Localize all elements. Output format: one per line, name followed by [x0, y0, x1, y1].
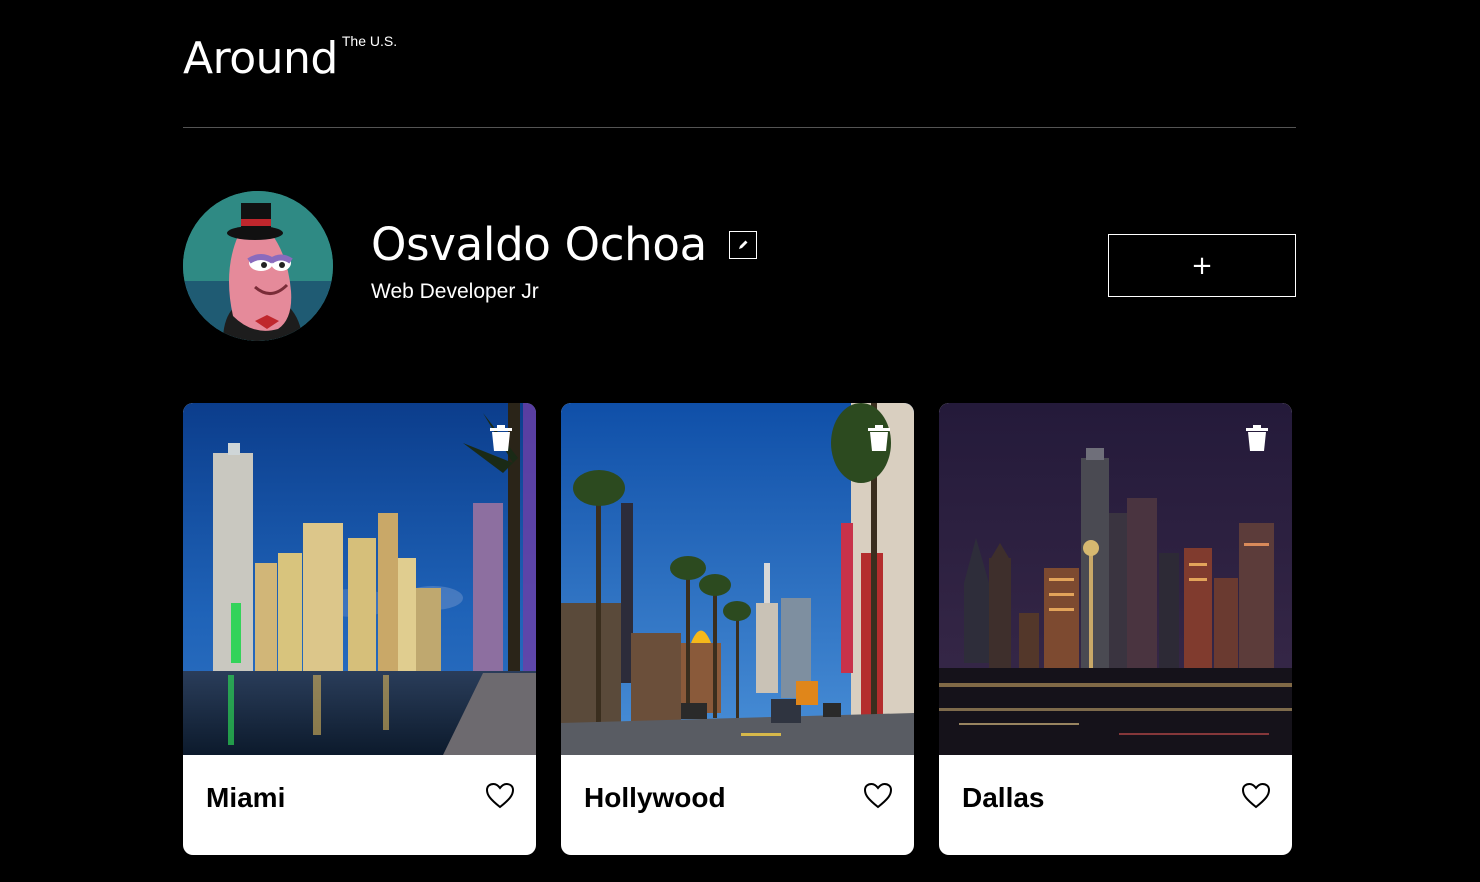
heart-icon[interactable] [1242, 783, 1270, 809]
dallas-image [939, 403, 1292, 755]
trash-icon[interactable] [867, 425, 891, 451]
logo: Around The U.S. [183, 33, 397, 85]
name-row: Osvaldo Ochoa [371, 217, 757, 273]
profile-job: Web Developer Jr [371, 280, 539, 303]
card-image[interactable] [183, 403, 536, 755]
logo-main-text: Around [183, 33, 338, 84]
card-image[interactable] [561, 403, 914, 755]
hollywood-image [561, 403, 914, 755]
miami-image [183, 403, 536, 755]
profile-info: Osvaldo Ochoa Web Developer Jr [371, 217, 757, 304]
trash-icon[interactable] [489, 425, 513, 451]
profile-name: Osvaldo Ochoa [371, 218, 707, 271]
avatar-image [183, 191, 333, 341]
heart-icon[interactable] [864, 783, 892, 809]
card-footer: Dallas [939, 755, 1292, 855]
card-title: Hollywood [584, 782, 726, 813]
card-footer: Miami [183, 755, 536, 855]
avatar[interactable] [183, 191, 333, 341]
card-title: Dallas [962, 782, 1045, 813]
card-dallas: Dallas [939, 403, 1292, 855]
pencil-icon [738, 240, 748, 249]
trash-icon[interactable] [1245, 425, 1269, 451]
logo-sup-text: The U.S. [341, 33, 398, 49]
edit-profile-button[interactable] [728, 231, 757, 259]
card-hollywood: Hollywood [561, 403, 914, 855]
profile-section: Osvaldo Ochoa Web Developer Jr + [183, 191, 1296, 341]
page: Around The U.S. Osvaldo Ochoa Web Develo… [0, 0, 1480, 882]
header: Around The U.S. [183, 0, 1296, 128]
add-card-button[interactable]: + [1108, 234, 1296, 297]
card-image[interactable] [939, 403, 1292, 755]
heart-icon[interactable] [486, 783, 514, 809]
main-container: Around The U.S. Osvaldo Ochoa Web Develo… [183, 0, 1296, 855]
plus-icon: + [1191, 250, 1213, 281]
cards-grid: Miami Hollywood Dallas [183, 403, 1296, 855]
card-miami: Miami [183, 403, 536, 855]
card-title: Miami [206, 782, 286, 813]
card-footer: Hollywood [561, 755, 914, 855]
